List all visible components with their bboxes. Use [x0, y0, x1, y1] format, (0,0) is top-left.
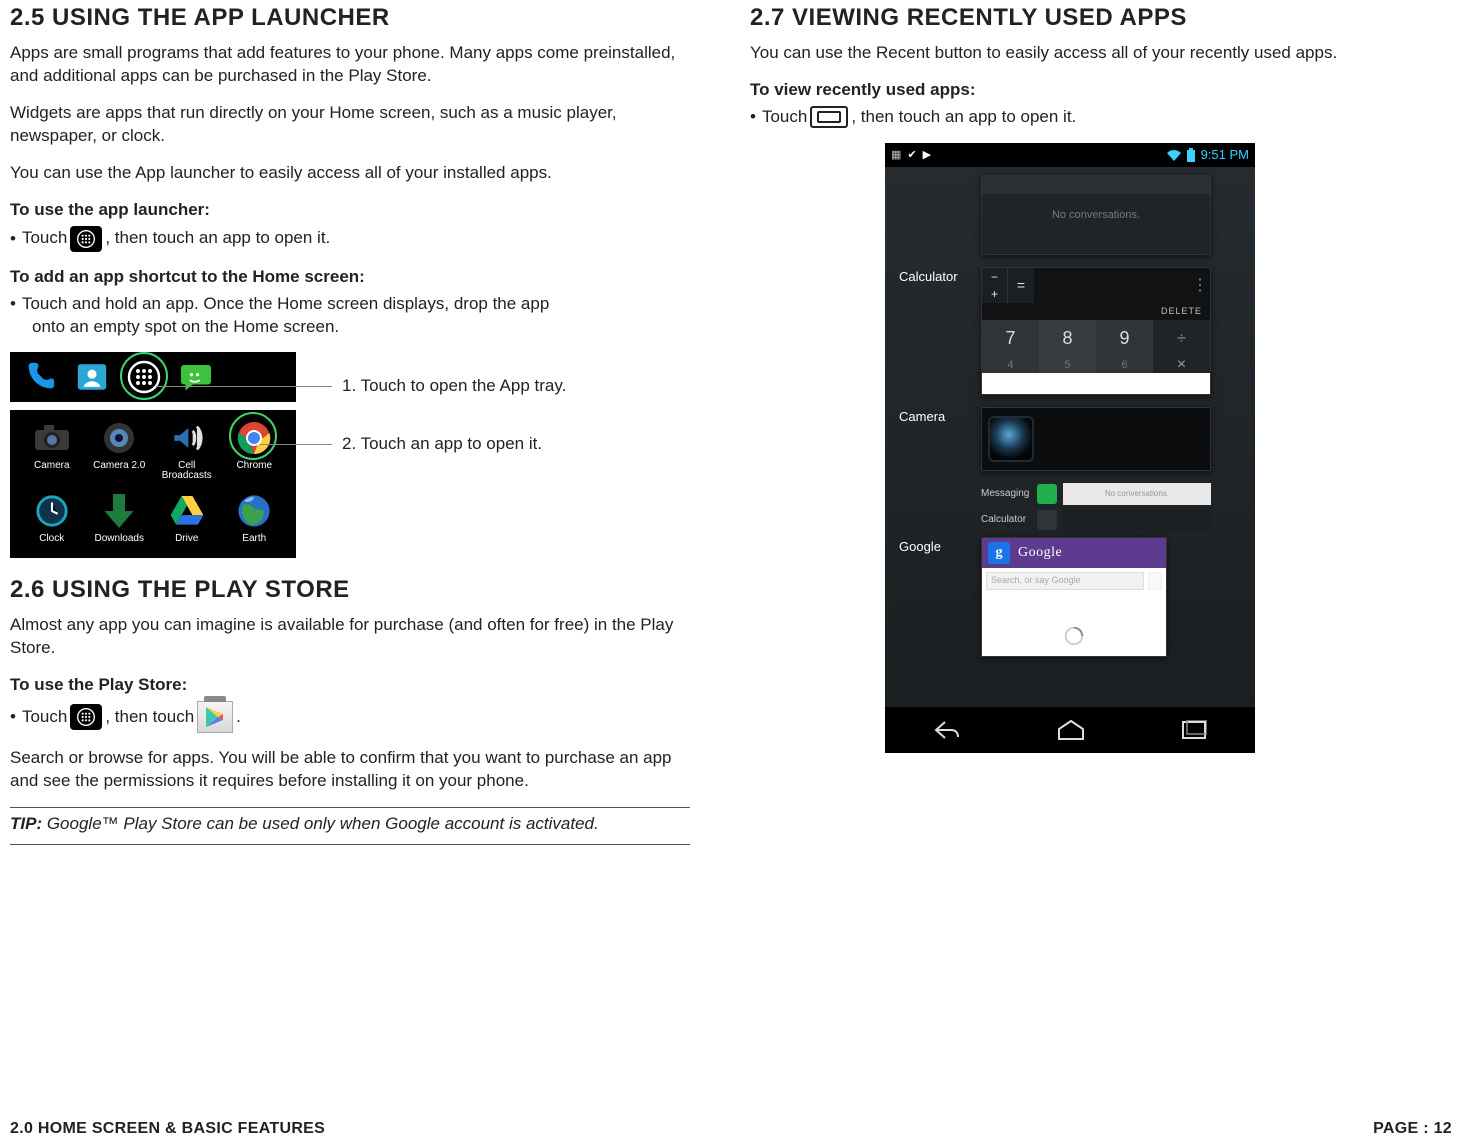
apps-icon: [70, 226, 102, 252]
bullet-dot: •: [10, 294, 16, 314]
cell-broadcasts-icon: [167, 418, 207, 458]
recent-thumb-camera[interactable]: [981, 407, 1211, 471]
nav-bar: [885, 707, 1255, 753]
heading-2-6: 2.6 USING THE PLAY STORE: [10, 576, 690, 604]
grid-label: Camera: [34, 461, 70, 471]
para-2-6-1: Almost any app you can imagine is availa…: [10, 614, 690, 660]
status-bar: ▦ ✔ ▶ 9:51 PM: [885, 143, 1255, 167]
label-use-app-launcher: To use the app launcher:: [10, 199, 690, 222]
status-time: 9:51 PM: [1201, 147, 1249, 162]
bullet-dot: •: [10, 707, 16, 727]
camera-lens-icon: [988, 416, 1034, 462]
right-column: 2.7 VIEWING RECENTLY USED APPS You can u…: [750, 0, 1390, 851]
bullet-add-text: Touch and hold an app. Once the Home scr…: [22, 293, 549, 316]
status-icon: ▶: [923, 148, 931, 161]
bullet-ps-mid: , then touch: [105, 706, 194, 729]
tip-divider: [10, 844, 690, 845]
grid-label: Downloads: [95, 534, 144, 544]
google-g-icon: g: [988, 542, 1010, 564]
apps-icon: [70, 704, 102, 730]
para-2-5-3: You can use the App launcher to easily a…: [10, 162, 690, 185]
bullet-recent-pre: Touch: [762, 106, 807, 129]
para-2-7-1: You can use the Recent button to easily …: [750, 42, 1390, 65]
tip-line: TIP: Google™ Play Store can be used only…: [10, 814, 690, 834]
para-2-5-2: Widgets are apps that run directly on yo…: [10, 102, 690, 148]
bullet-recent-post: , then touch an app to open it.: [851, 106, 1076, 129]
clock-icon: [32, 491, 72, 531]
recent-label-google: Google: [899, 539, 941, 554]
grid-label: Chrome: [236, 461, 272, 471]
recent-thumb-messaging[interactable]: No conversations.: [981, 175, 1211, 255]
bullet-ps-post: .: [236, 706, 241, 729]
loading-icon: [1063, 625, 1085, 647]
recent-label-camera: Camera: [899, 409, 945, 424]
calc-mini-icon: [1037, 510, 1057, 530]
status-icon: ✔: [907, 148, 916, 161]
google-logo: Google: [1018, 545, 1062, 561]
google-search-box: Search, or say Google: [986, 572, 1144, 590]
grid-label: Cell Broadcasts: [153, 461, 221, 481]
heading-2-5: 2.5 USING THE APP LAUNCHER: [10, 4, 690, 32]
camera-icon: [32, 418, 72, 458]
heading-2-7: 2.7 VIEWING RECENTLY USED APPS: [750, 4, 1390, 32]
tip-divider: [10, 807, 690, 808]
contacts-icon: [72, 357, 112, 397]
page-footer: 2.0 HOME SCREEN & BASIC FEATURES PAGE : …: [10, 1120, 1452, 1138]
callout-2: 2. Touch an app to open it.: [260, 434, 542, 454]
battery-icon: [1187, 148, 1195, 162]
recent-apps-list: No conversations. Calculator −+ = ⋮ DELE…: [885, 167, 1255, 707]
left-column: 2.5 USING THE APP LAUNCHER Apps are smal…: [10, 0, 690, 851]
bullet-add-cont: onto an empty spot on the Home screen.: [32, 316, 690, 339]
bullet-text-post: , then touch an app to open it.: [105, 227, 330, 250]
footer-section: 2.0 HOME SCREEN & BASIC FEATURES: [10, 1120, 325, 1138]
back-icon[interactable]: [933, 719, 961, 741]
messaging-mini-icon: [1037, 484, 1057, 504]
recent-label-calculator: Calculator: [899, 269, 958, 284]
calc-delete: DELETE: [982, 303, 1210, 321]
recent-thumb-google[interactable]: g Google Search, or say Google: [981, 537, 1167, 657]
callout-1-text: 1. Touch to open the App tray.: [342, 376, 566, 396]
mic-icon: [1148, 572, 1162, 590]
camera2-icon: [99, 418, 139, 458]
bullet-dot: •: [750, 107, 756, 127]
drive-icon: [167, 491, 207, 531]
recent-mini-stack: MessagingNo conversations. Calculator: [981, 483, 1211, 531]
footer-page: PAGE : 12: [1373, 1120, 1452, 1138]
bullet-ps-pre: Touch: [22, 706, 67, 729]
para-2-6-2: Search or browse for apps. You will be a…: [10, 747, 690, 793]
status-icon: ▦: [891, 148, 901, 161]
recent-apps-icon: [810, 106, 848, 128]
recent-nav-icon[interactable]: [1181, 720, 1207, 740]
apps-grid: Camera Camera 2.0 Cell Broadcasts Chrome…: [10, 410, 296, 558]
label-use-play-store: To use the Play Store:: [10, 674, 690, 697]
recent-thumb-calculator[interactable]: −+ = ⋮ DELETE 789÷ 456×: [981, 267, 1211, 395]
grid-label: Earth: [242, 534, 266, 544]
grid-label: Clock: [39, 534, 64, 544]
play-store-icon: [197, 701, 233, 733]
bullet-dot: •: [10, 229, 16, 249]
earth-icon: [234, 491, 274, 531]
figure-app-launcher: 1. Touch to open the App tray. Camera Ca…: [10, 352, 530, 558]
wifi-icon: [1167, 149, 1181, 161]
downloads-icon: [99, 491, 139, 531]
home-icon[interactable]: [1056, 719, 1086, 741]
callout-2-text: 2. Touch an app to open it.: [342, 434, 542, 454]
para-2-5-1: Apps are small programs that add feature…: [10, 42, 690, 88]
callout-1: 1. Touch to open the App tray.: [156, 376, 566, 396]
label-view-recent: To view recently used apps:: [750, 79, 1390, 102]
phone-screenshot: ▦ ✔ ▶ 9:51 PM No conversations.: [885, 143, 1255, 753]
label-add-shortcut: To add an app shortcut to the Home scree…: [10, 266, 690, 289]
grid-label: Camera 2.0: [93, 461, 145, 471]
bullet-text-pre: Touch: [22, 227, 67, 250]
phone-icon: [20, 357, 60, 397]
grid-label: Drive: [175, 534, 198, 544]
